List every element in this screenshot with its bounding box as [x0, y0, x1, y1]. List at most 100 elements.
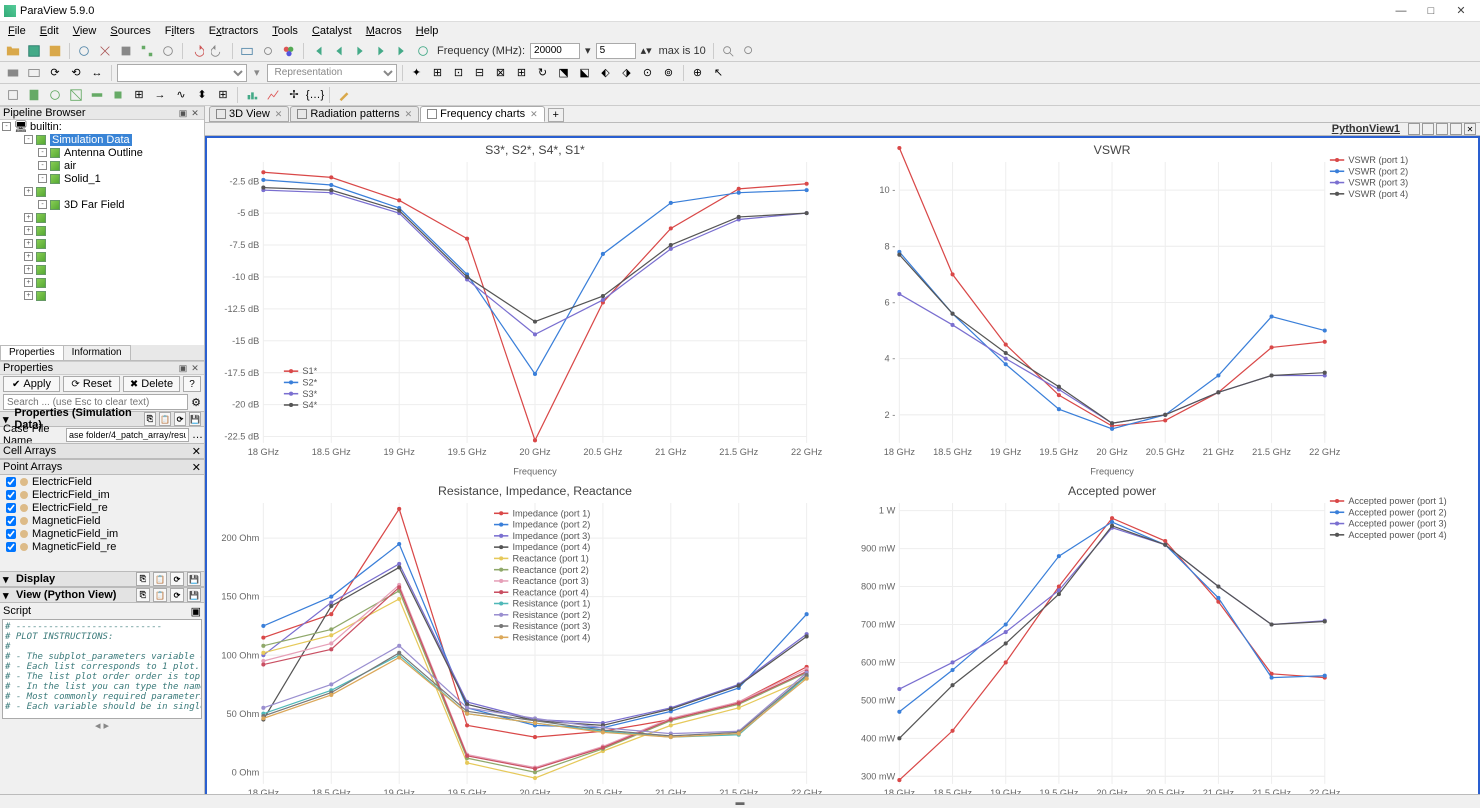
minimize-button[interactable]: — — [1386, 5, 1416, 17]
script-editor[interactable]: # --------------------------- # PLOT INS… — [2, 619, 202, 719]
view-d-icon[interactable]: ⬗ — [618, 64, 636, 82]
vh-b1-icon[interactable] — [1408, 123, 1420, 135]
next-frame-icon[interactable] — [372, 42, 390, 60]
tree-item[interactable]: - 3D Far Field — [0, 198, 204, 211]
float-icon[interactable]: ▣ — [177, 107, 189, 119]
tab-properties[interactable]: Properties — [0, 345, 64, 360]
play-icon[interactable] — [351, 42, 369, 60]
plot-icon[interactable] — [264, 86, 282, 104]
first-frame-icon[interactable] — [309, 42, 327, 60]
array-item[interactable]: ElectricField_re — [0, 501, 204, 514]
close-tab-icon[interactable]: ✕ — [530, 109, 538, 120]
menu-file[interactable]: File — [2, 24, 32, 38]
array-item[interactable]: MagneticField_re — [0, 540, 204, 553]
view-f-icon[interactable]: ⊚ — [660, 64, 678, 82]
zoom-icon[interactable] — [719, 42, 737, 60]
vh-b3-icon[interactable] — [1436, 123, 1448, 135]
casefile-input[interactable] — [66, 428, 189, 442]
brackets-icon[interactable]: {…} — [306, 86, 324, 104]
freq-input[interactable] — [530, 43, 580, 59]
tree-item[interactable]: + — [0, 237, 204, 250]
last-frame-icon[interactable] — [393, 42, 411, 60]
histogram-icon[interactable] — [243, 86, 261, 104]
float2-icon[interactable]: ▣ — [177, 362, 189, 374]
stream-icon[interactable]: ∿ — [172, 86, 190, 104]
vh-b4-icon[interactable] — [1450, 123, 1462, 135]
reset-button[interactable]: ⟳ Reset — [63, 376, 120, 392]
save2-icon[interactable]: 💾 — [189, 412, 201, 426]
vh-b2-icon[interactable] — [1422, 123, 1434, 135]
close-tab-icon[interactable]: ✕ — [275, 109, 283, 120]
tree-item[interactable]: - Solid_1 — [0, 172, 204, 185]
save-icon[interactable] — [25, 42, 43, 60]
maximize-button[interactable]: □ — [1416, 5, 1446, 17]
array-select[interactable] — [117, 64, 247, 82]
close-panel2-icon[interactable]: ✕ — [189, 362, 201, 374]
server-icon[interactable] — [117, 42, 135, 60]
tree-item[interactable]: + — [0, 224, 204, 237]
sec-point-arrays[interactable]: Point Arrays✕ — [0, 459, 204, 475]
step-input[interactable] — [596, 43, 636, 59]
extract-icon[interactable]: ⊞ — [130, 86, 148, 104]
menu-extractors[interactable]: Extractors — [203, 24, 265, 38]
menu-catalyst[interactable]: Catalyst — [306, 24, 358, 38]
glyph-icon[interactable]: → — [151, 86, 169, 104]
view-tab[interactable]: 3D View✕ — [209, 106, 289, 122]
array-item[interactable]: ElectricField_im — [0, 488, 204, 501]
view-tab[interactable]: Radiation patterns✕ — [290, 106, 419, 122]
help-button[interactable]: ? — [183, 376, 201, 392]
edit-icon[interactable] — [335, 86, 353, 104]
view-a-icon[interactable]: ⬔ — [555, 64, 573, 82]
camera-icon[interactable] — [259, 42, 277, 60]
tree-item[interactable]: - Antenna Outline — [0, 146, 204, 159]
array-item[interactable]: MagneticField — [0, 514, 204, 527]
view-c-icon[interactable]: ⬖ — [597, 64, 615, 82]
tree-item[interactable]: - air — [0, 159, 204, 172]
tree-item[interactable]: + — [0, 211, 204, 224]
pipeline-tree[interactable]: -🖥 builtin: - Simulation Data - Antenna … — [0, 120, 204, 345]
close-button[interactable]: ✕ — [1446, 4, 1476, 17]
prev-frame-icon[interactable] — [330, 42, 348, 60]
vh-close-icon[interactable]: ✕ — [1464, 123, 1476, 135]
view-y-icon[interactable]: ⊠ — [492, 64, 510, 82]
clip-icon[interactable] — [67, 86, 85, 104]
open-icon[interactable] — [4, 42, 22, 60]
calculator-icon[interactable] — [25, 86, 43, 104]
disconnect-icon[interactable] — [96, 42, 114, 60]
array-item[interactable]: ElectricField — [0, 475, 204, 488]
colormap-icon[interactable] — [4, 64, 22, 82]
threshold-icon[interactable] — [109, 86, 127, 104]
tree-item[interactable]: + — [0, 263, 204, 276]
view-tab[interactable]: Frequency charts✕ — [420, 106, 545, 122]
add-tab-button[interactable]: + — [548, 108, 564, 122]
tree-item[interactable]: + — [0, 289, 204, 302]
connect-icon[interactable] — [75, 42, 93, 60]
pipeline-icon[interactable] — [138, 42, 156, 60]
tree-item[interactable]: - Simulation Data — [0, 133, 204, 146]
menu-macros[interactable]: Macros — [360, 24, 408, 38]
tree-item[interactable]: + — [0, 276, 204, 289]
group-icon[interactable]: ⊞ — [214, 86, 232, 104]
rescale2-icon[interactable]: ⟳ — [46, 64, 64, 82]
tab-information[interactable]: Information — [63, 345, 131, 360]
menu-sources[interactable]: Sources — [104, 24, 156, 38]
save-data-icon[interactable] — [46, 42, 64, 60]
contour-icon[interactable] — [46, 86, 64, 104]
zoom2-icon[interactable] — [740, 42, 758, 60]
expand-script-icon[interactable]: ▣ — [191, 605, 201, 618]
slice-icon[interactable] — [88, 86, 106, 104]
rescale-icon[interactable] — [25, 64, 43, 82]
browse-icon[interactable]: … — [192, 429, 203, 441]
sec-display[interactable]: ▾Display ⎘📋⟳💾 — [0, 571, 204, 587]
color-icon[interactable] — [280, 42, 298, 60]
menu-edit[interactable]: Edit — [34, 24, 65, 38]
sec-view[interactable]: ▾View (Python View) ⎘📋⟳💾 — [0, 587, 204, 603]
redo-icon[interactable] — [209, 42, 227, 60]
tree-item[interactable]: + — [0, 185, 204, 198]
undo-icon[interactable] — [188, 42, 206, 60]
view-e-icon[interactable]: ⊙ — [639, 64, 657, 82]
zoom-data-icon[interactable]: ⊡ — [450, 64, 468, 82]
reset2-icon[interactable]: ⟳ — [174, 412, 186, 426]
close-panel-icon[interactable]: ✕ — [189, 107, 201, 119]
loop-icon[interactable] — [414, 42, 432, 60]
